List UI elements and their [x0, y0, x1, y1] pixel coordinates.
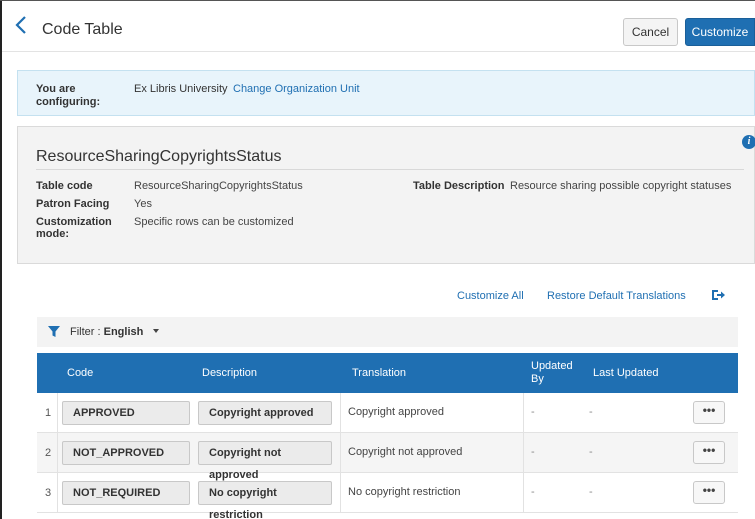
chevron-left-icon[interactable] [14, 14, 36, 38]
last-updated-cell: - [589, 446, 593, 458]
last-updated-cell: - [589, 486, 593, 498]
customize-button[interactable]: Customize [685, 18, 755, 46]
table-code-label: Table code [36, 180, 93, 192]
restore-default-translations-link[interactable]: Restore Default Translations [547, 290, 686, 302]
description-chip: Copyright approved [198, 401, 332, 425]
row-number: 1 [45, 407, 52, 419]
cell-divider [57, 473, 58, 513]
updated-by-cell: - [531, 406, 535, 418]
change-organization-link[interactable]: Change Organization Unit [233, 83, 360, 95]
column-header-description[interactable]: Description [202, 367, 257, 380]
cell-divider [523, 393, 524, 433]
row-number: 2 [45, 447, 52, 459]
details-title: ResourceSharingCopyrightsStatus [36, 148, 282, 165]
translation-cell[interactable]: Copyright not approved [348, 446, 462, 458]
row-actions-button[interactable]: ••• [693, 441, 725, 464]
table-row: 1 APPROVED Copyright approved Copyright … [37, 393, 738, 433]
table-code-value: ResourceSharingCopyrightsStatus [134, 180, 303, 192]
configuring-label: You are configuring: [36, 83, 101, 108]
details-divider [36, 169, 744, 170]
organization-name: Ex Libris University [134, 83, 228, 95]
language-filter[interactable]: Filter : English [70, 326, 143, 338]
page-header: Code Table Cancel Customize [2, 1, 755, 52]
row-actions-button[interactable]: ••• [693, 401, 725, 424]
table-details-panel: ResourceSharingCopyrightsStatus i Table … [17, 126, 755, 264]
cancel-button[interactable]: Cancel [623, 18, 678, 46]
table-description-value: Resource sharing possible copyright stat… [510, 180, 732, 192]
filter-label: Filter : [70, 326, 101, 338]
column-header-translation[interactable]: Translation [352, 367, 406, 380]
column-header-code[interactable]: Code [67, 367, 93, 380]
column-header-updated-by[interactable]: Updated By [531, 360, 573, 386]
table-row: 3 NOT_REQUIRED No copyright restriction … [37, 473, 738, 519]
cell-divider [523, 473, 524, 513]
customize-all-link[interactable]: Customize All [457, 290, 524, 302]
cell-divider [57, 433, 58, 473]
code-chip: NOT_REQUIRED [62, 481, 190, 505]
customization-mode-value: Specific rows can be customized [134, 216, 294, 228]
filter-value: English [103, 326, 144, 338]
chevron-down-icon[interactable] [153, 329, 159, 333]
row-actions-button[interactable]: ••• [693, 481, 725, 504]
table-description-label: Table Description [413, 180, 505, 192]
export-icon[interactable] [710, 287, 726, 303]
info-icon[interactable]: i [742, 135, 755, 149]
filter-bar: Filter : English [37, 317, 738, 347]
translation-cell[interactable]: Copyright approved [348, 406, 444, 418]
window-frame-left [0, 0, 2, 519]
cell-divider [340, 473, 341, 513]
code-chip: NOT_APPROVED [62, 441, 190, 465]
code-chip: APPROVED [62, 401, 190, 425]
cell-divider [340, 393, 341, 433]
last-updated-cell: - [589, 406, 593, 418]
row-number: 3 [45, 487, 52, 499]
translation-cell[interactable]: No copyright restriction [348, 486, 461, 498]
cell-divider [523, 433, 524, 473]
updated-by-cell: - [531, 486, 535, 498]
patron-facing-value: Yes [134, 198, 152, 210]
table-header: Code Description Translation Updated By … [37, 353, 738, 393]
code-table: Code Description Translation Updated By … [37, 353, 738, 519]
description-chip: Copyright not approved [198, 441, 332, 481]
description-chip: No copyright restriction [198, 481, 332, 519]
filter-icon[interactable] [48, 326, 60, 338]
patron-facing-label: Patron Facing [36, 198, 110, 210]
table-row: 2 NOT_APPROVED Copyright not approved Co… [37, 433, 738, 481]
page-title: Code Table [42, 21, 123, 38]
customization-mode-label: Customization mode: [36, 216, 112, 240]
updated-by-cell: - [531, 446, 535, 458]
configuring-banner: You are configuring: Ex Libris Universit… [17, 70, 755, 116]
column-header-last-updated[interactable]: Last Updated [593, 367, 658, 380]
cell-divider [57, 393, 58, 433]
cell-divider [340, 433, 341, 473]
